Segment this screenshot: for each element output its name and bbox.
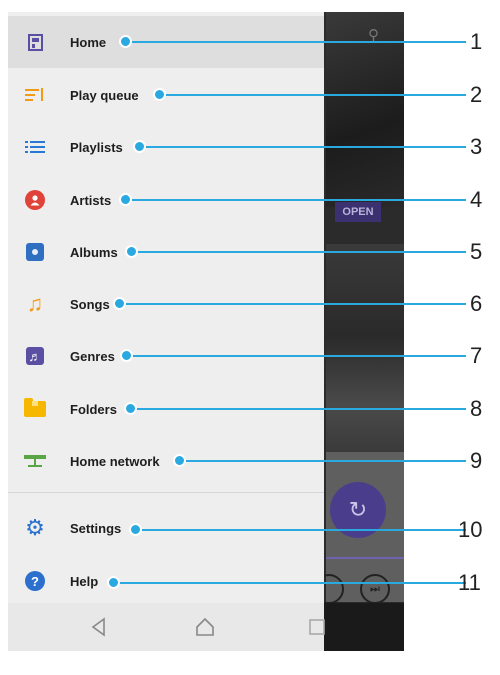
callout-line	[160, 94, 466, 96]
callout-line	[180, 460, 466, 462]
callout-dot	[133, 140, 146, 153]
recent-apps-icon[interactable]	[306, 616, 328, 638]
menu-item-label: Albums	[70, 244, 118, 260]
play-queue-icon	[24, 84, 46, 106]
network-icon	[24, 450, 46, 472]
callout-number: 1	[470, 29, 483, 54]
menu-item-label: Songs	[70, 296, 110, 312]
callout-number: 10	[458, 517, 483, 542]
callout-number: 7	[470, 343, 483, 368]
callout-number: 4	[470, 187, 483, 212]
folder-icon	[24, 398, 46, 420]
callout-line	[131, 408, 466, 410]
playback-progress	[326, 557, 404, 559]
navbar-dimmed-area	[324, 603, 404, 651]
callout-dot	[173, 454, 186, 467]
callout-dot	[125, 245, 138, 258]
callout-line	[140, 146, 466, 148]
system-navigation-bar	[8, 603, 404, 651]
callout-number: 2	[470, 82, 483, 107]
gear-icon: ⚙	[25, 515, 45, 540]
guitar-icon: ♬	[24, 345, 46, 367]
menu-item-label: Home	[70, 34, 107, 50]
callout-line	[120, 303, 466, 305]
album-icon	[24, 241, 46, 263]
menu-item-label: Play queue	[70, 87, 139, 103]
callout-dot	[120, 349, 133, 362]
artist-icon	[24, 189, 46, 211]
menu-item-settings[interactable]: ⚙ Settings	[8, 502, 324, 554]
menu-item-label: Folders	[70, 401, 117, 417]
back-icon[interactable]	[88, 616, 110, 638]
skip-next-icon: ⏭	[360, 574, 390, 604]
callout-dot	[119, 35, 132, 48]
callout-line	[127, 355, 466, 357]
open-button: OPEN	[335, 202, 381, 222]
menu-item-help[interactable]: ? Help	[8, 555, 324, 607]
callout-dot	[124, 402, 137, 415]
callout-dot	[119, 193, 132, 206]
callout-line	[136, 529, 466, 531]
menu-item-label: Artists	[70, 192, 112, 208]
help-icon: ?	[24, 570, 46, 592]
phone-screen: ⚲ OPEN ↻ ⏭ Home Play queue Playlists Art…	[8, 12, 404, 651]
music-note-icon: ♫	[26, 291, 44, 316]
menu-item-label: Playlists	[70, 139, 123, 155]
navigation-drawer: Home Play queue Playlists Artists Albums…	[8, 12, 324, 603]
callout-line	[126, 199, 466, 201]
callout-dot	[129, 523, 142, 536]
callout-number: 3	[470, 134, 483, 159]
menu-item-label: Settings	[70, 520, 122, 536]
callout-line	[126, 41, 466, 43]
home-nav-icon[interactable]	[194, 616, 216, 638]
callout-number: 9	[470, 448, 483, 473]
callout-number: 11	[458, 570, 481, 595]
playlists-icon	[24, 136, 46, 158]
callout-line	[132, 251, 466, 253]
home-icon	[24, 31, 46, 53]
background-content	[326, 244, 404, 474]
menu-item-label: Home network	[70, 453, 160, 469]
callout-number: 6	[470, 291, 483, 316]
callout-number: 5	[470, 239, 483, 264]
callout-line	[114, 582, 466, 584]
callout-number: 8	[470, 396, 483, 421]
callout-dot	[113, 297, 126, 310]
menu-divider	[8, 492, 324, 493]
callout-dot	[153, 88, 166, 101]
menu-item-label: Help	[70, 573, 99, 589]
menu-item-label: Genres	[70, 348, 115, 364]
callout-dot	[107, 576, 120, 589]
